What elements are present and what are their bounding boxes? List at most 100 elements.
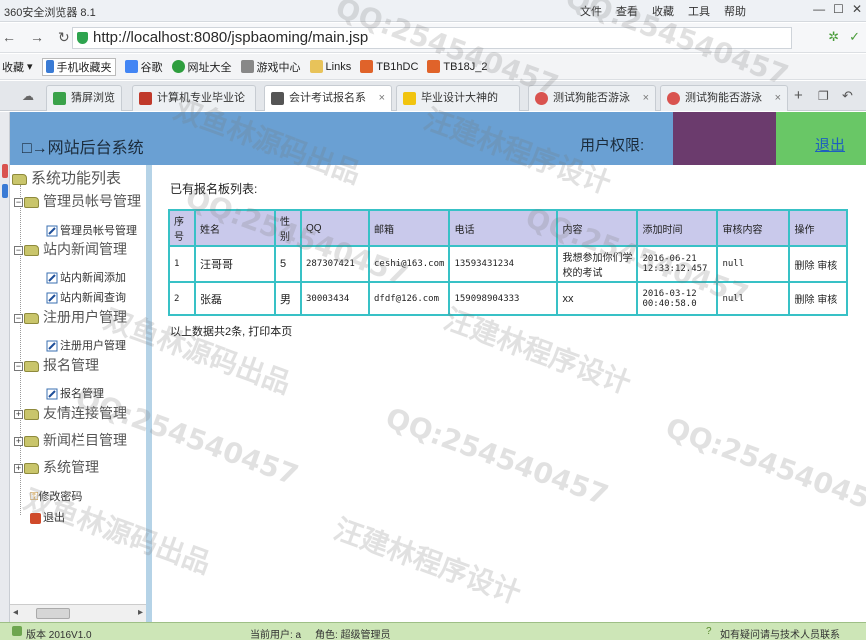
contact-text: 如有疑问请与技术人员联系 bbox=[720, 630, 840, 640]
tree-group-label: 报名管理 bbox=[43, 357, 99, 373]
new-tab-icon[interactable]: + bbox=[794, 87, 803, 104]
tree-leaf-label: 报名管理 bbox=[60, 388, 104, 400]
tree-change-password[interactable]: ⚿修改密码 bbox=[30, 488, 82, 504]
tab-label: 测试狗能否游泳 bbox=[685, 92, 762, 104]
logout-link[interactable]: 退出 bbox=[815, 134, 845, 155]
fav-item-tb1[interactable]: TB1hDC bbox=[360, 60, 418, 73]
minimize-icon[interactable]: — bbox=[813, 2, 825, 16]
tree-leaf-news-query[interactable]: 站内新闻查询 bbox=[46, 289, 126, 305]
tree-group-label: 系统管理 bbox=[43, 459, 99, 475]
cell-actions[interactable]: 删除 审核 bbox=[788, 281, 848, 316]
col-phone: 电话 bbox=[448, 209, 559, 247]
col-added-time: 添加时间 bbox=[636, 209, 719, 247]
menu-help[interactable]: 帮助 bbox=[724, 3, 746, 19]
folder-icon bbox=[24, 435, 39, 447]
edit-icon bbox=[46, 340, 58, 352]
tab-favicon-icon bbox=[667, 92, 680, 105]
page-content: □→网站后台系统 用户权限: 退出 系统功能列表 − 管理员帐号管理 管理员帐号管… bbox=[0, 112, 866, 640]
permission-label: 用户权限: bbox=[580, 137, 645, 154]
scroll-thumb[interactable] bbox=[36, 608, 70, 619]
tree-leaf-label: 站内新闻查询 bbox=[60, 292, 126, 304]
tree-leaf-admin-account[interactable]: 管理员帐号管理 bbox=[46, 222, 137, 238]
forward-icon[interactable]: → bbox=[30, 29, 44, 46]
star-icon[interactable]: ✲ bbox=[828, 29, 839, 45]
fav-item-tb2[interactable]: TB18J_2 bbox=[427, 60, 487, 73]
tab-dog-swim-2[interactable]: 测试狗能否游泳 × bbox=[660, 85, 788, 111]
cell-qq: 30003434 bbox=[300, 281, 370, 316]
tree-group-label: 友情连接管理 bbox=[43, 405, 127, 421]
collapse-icon[interactable]: − bbox=[14, 197, 23, 207]
sidebar-horizontal-scrollbar[interactable]: ◂ ▸ bbox=[10, 604, 146, 622]
sidebar-strip-icon[interactable] bbox=[2, 164, 8, 178]
tab-thesis[interactable]: 计算机专业毕业论 bbox=[132, 85, 256, 111]
expand-icon[interactable]: + bbox=[14, 463, 23, 473]
cell-content: 我想参加你们学校的考试 bbox=[556, 245, 639, 283]
tab-favicon-icon bbox=[535, 92, 548, 105]
shield-check-icon[interactable]: ✓ bbox=[849, 29, 860, 45]
fav-label: TB1hDC bbox=[376, 60, 419, 73]
fav-label: 收藏 bbox=[2, 61, 24, 74]
tree-leaf-registration-manage[interactable]: 报名管理 bbox=[46, 385, 104, 401]
cloud-icon[interactable]: ☁ bbox=[22, 89, 34, 103]
tree-leaf-news-add[interactable]: 站内新闻添加 bbox=[46, 269, 126, 285]
collapse-icon[interactable]: − bbox=[14, 245, 23, 255]
tree-group-registration[interactable]: − 报名管理 bbox=[14, 355, 99, 375]
gamepad-icon bbox=[240, 60, 254, 73]
shield-icon bbox=[77, 32, 88, 44]
back-icon[interactable]: ← bbox=[2, 29, 16, 46]
tab-screen-browse[interactable]: 猜屏浏览 bbox=[46, 85, 122, 111]
favorites-bar: 收藏 ▾ 手机收藏夹 谷歌 网址大全 游戏中心 Links TB1hDC TB18… bbox=[0, 54, 866, 80]
expand-icon[interactable]: + bbox=[14, 436, 23, 446]
tree-root[interactable]: 系统功能列表 bbox=[12, 167, 121, 188]
tree-leaf-label: 管理员帐号管理 bbox=[60, 225, 137, 237]
menu-favorites[interactable]: 收藏 bbox=[652, 3, 674, 19]
tree-logout[interactable]: 退出 bbox=[30, 509, 65, 525]
menu-file[interactable]: 文件 bbox=[580, 3, 602, 19]
page-header: □→网站后台系统 用户权限: 退出 bbox=[10, 112, 866, 165]
refresh-icon[interactable]: ↻ bbox=[58, 29, 70, 46]
folder-icon bbox=[24, 408, 39, 420]
tab-exam-registration[interactable]: 会计考试报名系 × bbox=[264, 85, 392, 111]
tree-group-system[interactable]: + 系统管理 bbox=[14, 457, 99, 477]
fav-item-nav[interactable]: 网址大全 bbox=[171, 59, 232, 75]
tree-group-admin[interactable]: − 管理员帐号管理 bbox=[14, 191, 141, 211]
tab-dog-swim-1[interactable]: 测试狗能否游泳 × bbox=[528, 85, 656, 111]
tree-group-news[interactable]: − 站内新闻管理 bbox=[14, 239, 127, 259]
fav-item-mobile[interactable]: 手机收藏夹 bbox=[41, 57, 116, 76]
close-icon[interactable]: ✕ bbox=[852, 2, 862, 16]
fav-item-links[interactable]: Links bbox=[309, 60, 351, 73]
tree-root-label: 系统功能列表 bbox=[31, 170, 122, 187]
maximize-icon[interactable]: ☐ bbox=[833, 2, 844, 16]
collapse-icon[interactable]: − bbox=[14, 361, 23, 371]
tab-graduation-design[interactable]: 毕业设计大神的 bbox=[396, 85, 520, 111]
fav-item-collect[interactable]: 收藏 ▾ bbox=[2, 59, 33, 75]
fav-item-games[interactable]: 游戏中心 bbox=[240, 59, 301, 75]
close-tab-icon[interactable]: × bbox=[775, 86, 781, 110]
window-controls: — ☐ ✕ bbox=[813, 2, 862, 16]
menu-tools[interactable]: 工具 bbox=[688, 3, 710, 19]
sidebar-strip-icon[interactable] bbox=[2, 184, 8, 198]
collapse-icon[interactable]: − bbox=[14, 313, 23, 323]
tab-label: 计算机专业毕业论 bbox=[157, 92, 245, 104]
close-tab-icon[interactable]: × bbox=[643, 86, 649, 110]
scroll-left-icon[interactable]: ◂ bbox=[13, 607, 18, 618]
expand-icon[interactable]: + bbox=[14, 409, 23, 419]
url-input[interactable]: http://localhost:8080/jspbaoming/main.js… bbox=[72, 27, 792, 49]
edit-icon bbox=[46, 225, 58, 237]
menu-view[interactable]: 查看 bbox=[616, 3, 638, 19]
tree-group-links[interactable]: + 友情连接管理 bbox=[14, 403, 127, 423]
tab-list-icon[interactable]: ❐ bbox=[818, 89, 829, 103]
scroll-right-icon[interactable]: ▸ bbox=[138, 607, 143, 618]
cell-actions[interactable]: 删除 审核 bbox=[788, 245, 848, 283]
cell-email: ceshi@163.com bbox=[367, 245, 451, 283]
fav-item-google[interactable]: 谷歌 bbox=[124, 59, 163, 75]
tree-leaf-user-manage[interactable]: 注册用户管理 bbox=[46, 337, 126, 353]
tree-group-label: 站内新闻管理 bbox=[43, 241, 127, 257]
undo-icon[interactable]: ↶ bbox=[842, 88, 853, 104]
left-sidebar-strip bbox=[0, 112, 10, 622]
tree-group-news-columns[interactable]: + 新闻栏目管理 bbox=[14, 430, 127, 450]
close-tab-icon[interactable]: × bbox=[379, 86, 385, 110]
col-email: 邮箱 bbox=[367, 209, 451, 247]
tab-label: 猜屏浏览 bbox=[71, 92, 115, 104]
tree-group-users[interactable]: − 注册用户管理 bbox=[14, 307, 127, 327]
